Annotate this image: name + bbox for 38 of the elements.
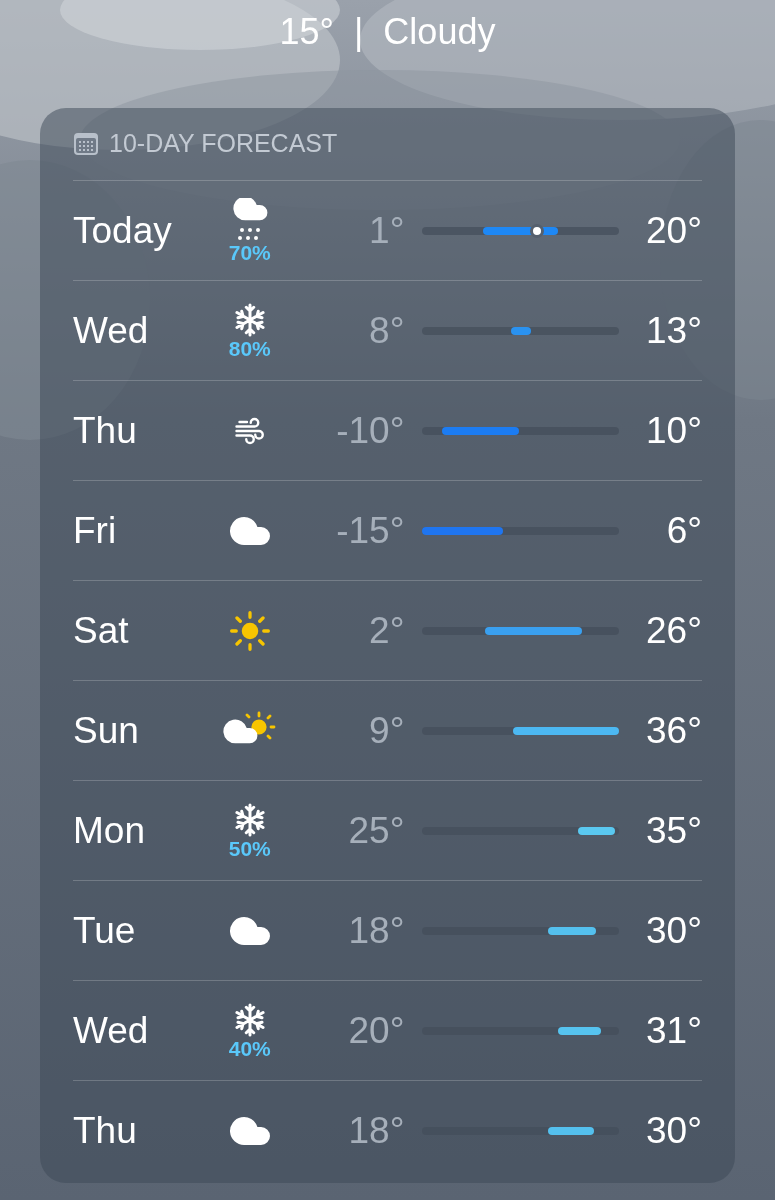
- day-label: Thu: [73, 1109, 138, 1154]
- sun-icon: [227, 608, 272, 653]
- day-label: Today: [73, 208, 173, 253]
- day-label: Fri: [73, 508, 118, 553]
- calendar-icon: [73, 132, 99, 156]
- low-temperature: -15°: [335, 508, 405, 553]
- low-temperature: 1°: [368, 208, 405, 253]
- low-temperature: 25°: [347, 808, 405, 853]
- low-temperature: 8°: [368, 308, 405, 353]
- day-label: Tue: [73, 908, 137, 953]
- day-label: Wed: [73, 308, 150, 353]
- low-temperature: 18°: [347, 908, 405, 953]
- precipitation-chance: 80%: [228, 337, 271, 360]
- low-temperature: 18°: [347, 1109, 405, 1154]
- day-label: Sun: [73, 708, 140, 753]
- current-conditions: 15° | Cloudy: [279, 10, 496, 54]
- high-temperature: 26°: [645, 608, 702, 653]
- precipitation-chance: 40%: [228, 1037, 271, 1060]
- high-temperature: 36°: [645, 708, 702, 753]
- high-temperature: 30°: [645, 1109, 702, 1154]
- low-temperature: 20°: [347, 1008, 405, 1053]
- low-temperature: 2°: [368, 608, 405, 653]
- low-temperature: 9°: [368, 708, 405, 753]
- high-temperature: 31°: [645, 1008, 702, 1053]
- high-temperature: 6°: [665, 508, 702, 553]
- day-label: Thu: [73, 408, 138, 453]
- high-temperature: 20°: [645, 208, 702, 253]
- day-label: Wed: [73, 1008, 150, 1053]
- high-temperature: 35°: [645, 808, 702, 853]
- section-title: 10-DAY FORECAST: [109, 128, 338, 160]
- day-label: Mon: [73, 808, 146, 853]
- low-temperature: -10°: [335, 408, 405, 453]
- high-temperature: 10°: [645, 408, 702, 453]
- high-temperature: 13°: [645, 308, 702, 353]
- day-label: Sat: [73, 608, 130, 653]
- high-temperature: 30°: [645, 908, 702, 953]
- precipitation-chance: 50%: [228, 837, 271, 860]
- precipitation-chance: 70%: [228, 241, 271, 264]
